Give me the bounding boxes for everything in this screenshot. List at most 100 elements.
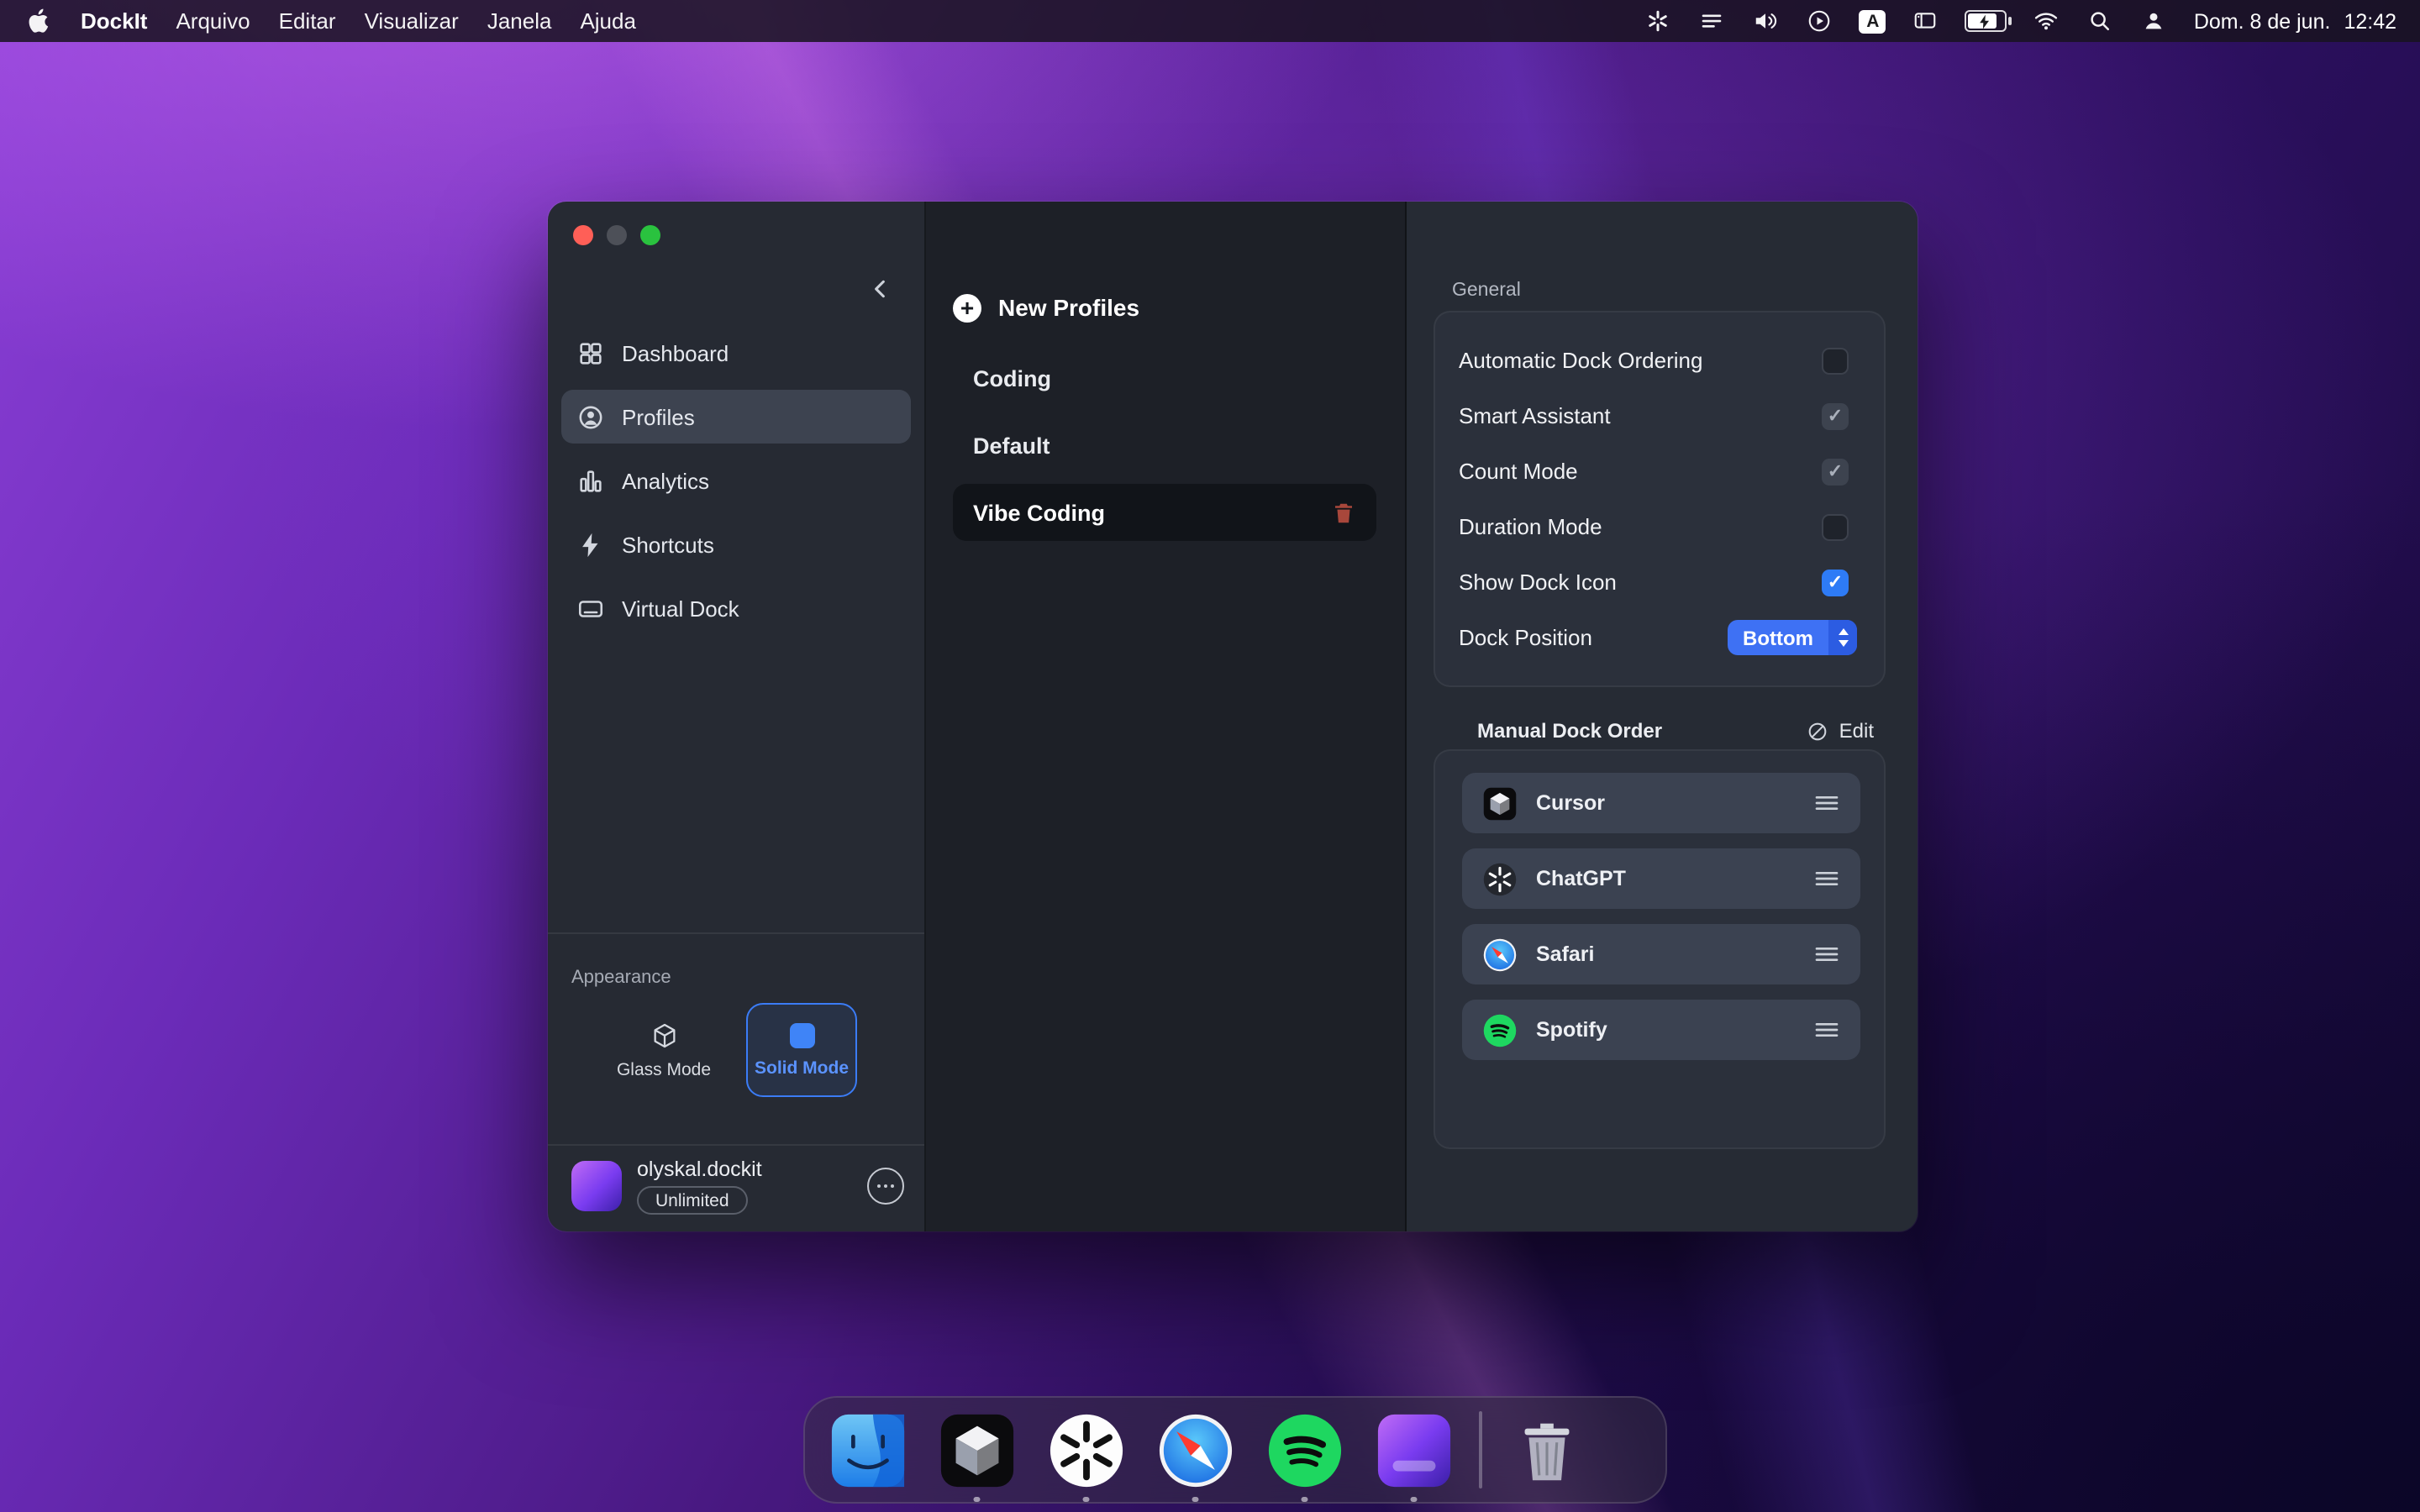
drag-handle-icon[interactable] <box>1813 793 1840 813</box>
setting-automatic-dock-ordering: Automatic Dock Ordering <box>1459 333 1860 388</box>
search-icon[interactable] <box>2086 8 2115 34</box>
setting-label: Show Dock Icon <box>1459 570 1617 595</box>
list-lines-icon[interactable] <box>1698 8 1727 34</box>
dock-order-row-safari[interactable]: Safari <box>1462 924 1860 984</box>
plus-circle-icon <box>953 293 981 322</box>
dock-rect-icon <box>576 594 605 622</box>
sidebar-item-virtual-dock[interactable]: Virtual Dock <box>561 581 911 635</box>
drag-handle-icon[interactable] <box>1813 944 1840 964</box>
collapse-sidebar-icon[interactable] <box>867 276 894 302</box>
menu-janela[interactable]: Janela <box>487 8 552 34</box>
display-icon[interactable] <box>1912 8 1940 34</box>
play-circle-icon[interactable] <box>1806 8 1834 34</box>
battery-icon[interactable] <box>1965 10 2007 32</box>
menubar-clock[interactable]: Dom. 8 de jun. 12:42 <box>2194 9 2396 33</box>
apple-menu-icon[interactable] <box>24 8 52 34</box>
setting-label: Smart Assistant <box>1459 403 1611 428</box>
profile-item-vibe-coding[interactable]: Vibe Coding <box>953 484 1376 541</box>
safari-icon <box>1155 1410 1234 1489</box>
account-menu-button[interactable] <box>867 1168 904 1205</box>
profiles-panel: New Profiles Coding Default Vibe Coding <box>926 202 1407 1231</box>
general-settings-card: Automatic Dock Ordering Smart Assistant … <box>1434 311 1886 687</box>
new-profiles-label: New Profiles <box>998 294 1139 321</box>
finder-icon <box>828 1410 907 1489</box>
chatgpt-status-icon[interactable] <box>1644 8 1673 34</box>
input-source-icon[interactable]: A <box>1860 9 1886 33</box>
dock-position-select[interactable]: Bottom <box>1728 620 1857 655</box>
chatgpt-app-icon <box>1482 861 1518 896</box>
sidebar-item-label: Dashboard <box>622 340 729 365</box>
account-row: olyskal.dockit Unlimited <box>571 1158 904 1215</box>
sidebar-item-profiles[interactable]: Profiles <box>561 390 911 444</box>
profile-list: Coding Default Vibe Coding <box>953 349 1376 551</box>
grid-icon <box>576 339 605 367</box>
cursor-app-icon <box>1482 785 1518 821</box>
dock-item-chatgpt[interactable] <box>1042 1406 1129 1494</box>
select-chevrons-icon <box>1828 620 1857 655</box>
chatgpt-icon <box>1046 1410 1125 1489</box>
drag-handle-icon[interactable] <box>1813 869 1840 889</box>
setting-show-dock-icon: Show Dock Icon <box>1459 554 1860 610</box>
solid-mode-button[interactable]: Solid Mode <box>746 1003 857 1097</box>
volume-icon[interactable] <box>1752 8 1781 34</box>
running-indicator <box>1302 1496 1307 1502</box>
sidebar-item-shortcuts[interactable]: Shortcuts <box>561 517 911 571</box>
setting-duration-mode: Duration Mode <box>1459 499 1860 554</box>
wifi-icon[interactable] <box>2033 8 2061 34</box>
clock-time: 12:42 <box>2344 9 2396 33</box>
person-circle-icon <box>576 402 605 431</box>
checkbox-smart-assistant[interactable] <box>1822 402 1849 429</box>
checkbox-count-mode[interactable] <box>1822 458 1849 485</box>
close-button[interactable] <box>573 225 593 245</box>
dock-item-spotify[interactable] <box>1260 1406 1348 1494</box>
drag-handle-icon[interactable] <box>1813 1020 1840 1040</box>
bar-chart-icon <box>576 466 605 495</box>
dock-order-row-spotify[interactable]: Spotify <box>1462 1000 1860 1060</box>
profile-name: Vibe Coding <box>973 500 1105 525</box>
sidebar: Dashboard Profiles Analytics <box>548 202 926 1231</box>
menu-arquivo[interactable]: Arquivo <box>176 8 250 34</box>
dock-order-row-cursor[interactable]: Cursor <box>1462 773 1860 833</box>
dock-position-value: Bottom <box>1728 626 1828 649</box>
dock-item-dockit[interactable] <box>1370 1406 1457 1494</box>
manual-dock-order-title: Manual Dock Order <box>1477 719 1662 743</box>
edit-button[interactable]: Edit <box>1807 719 1874 743</box>
menu-ajuda[interactable]: Ajuda <box>580 8 636 34</box>
profile-name: Default <box>973 433 1050 458</box>
setting-label: Automatic Dock Ordering <box>1459 348 1702 373</box>
setting-dock-position: Dock Position Bottom <box>1459 610 1860 665</box>
menu-editar[interactable]: Editar <box>279 8 336 34</box>
profile-item-coding[interactable]: Coding <box>953 349 1376 407</box>
solid-mode-label: Solid Mode <box>755 1058 849 1078</box>
dock-order-row-chatgpt[interactable]: ChatGPT <box>1462 848 1860 909</box>
running-indicator <box>1411 1496 1417 1502</box>
checkbox-show-dock-icon[interactable] <box>1822 569 1849 596</box>
dock-item-trash[interactable] <box>1503 1406 1591 1494</box>
cursor-icon <box>937 1410 1016 1489</box>
profile-item-default[interactable]: Default <box>953 417 1376 474</box>
general-section-title: General <box>1452 281 1521 301</box>
divider <box>548 1144 924 1146</box>
menu-visualizar[interactable]: Visualizar <box>365 8 459 34</box>
spotify-icon <box>1265 1410 1344 1489</box>
dock-item-finder[interactable] <box>823 1406 911 1494</box>
user-icon[interactable] <box>2140 8 2169 34</box>
checkbox-duration-mode[interactable] <box>1822 513 1849 540</box>
delete-profile-icon[interactable] <box>1331 500 1356 525</box>
menubar-app-name[interactable]: DockIt <box>81 8 147 34</box>
glass-mode-button[interactable]: Glass Mode <box>608 1003 719 1097</box>
setting-label: Dock Position <box>1459 625 1592 650</box>
sidebar-nav: Dashboard Profiles Analytics <box>561 326 911 645</box>
dock-item-cursor[interactable] <box>933 1406 1020 1494</box>
zoom-button[interactable] <box>640 225 660 245</box>
running-indicator <box>974 1496 980 1502</box>
spotify-app-icon <box>1482 1012 1518 1047</box>
charging-bolt-icon <box>1977 13 1994 29</box>
dock-item-safari[interactable] <box>1151 1406 1239 1494</box>
minimize-button[interactable] <box>607 225 627 245</box>
checkbox-automatic-dock-ordering[interactable] <box>1822 347 1849 374</box>
new-profiles-button[interactable]: New Profiles <box>953 282 1378 333</box>
appearance-modes: Glass Mode Solid Mode <box>608 1003 857 1097</box>
sidebar-item-dashboard[interactable]: Dashboard <box>561 326 911 380</box>
sidebar-item-analytics[interactable]: Analytics <box>561 454 911 507</box>
